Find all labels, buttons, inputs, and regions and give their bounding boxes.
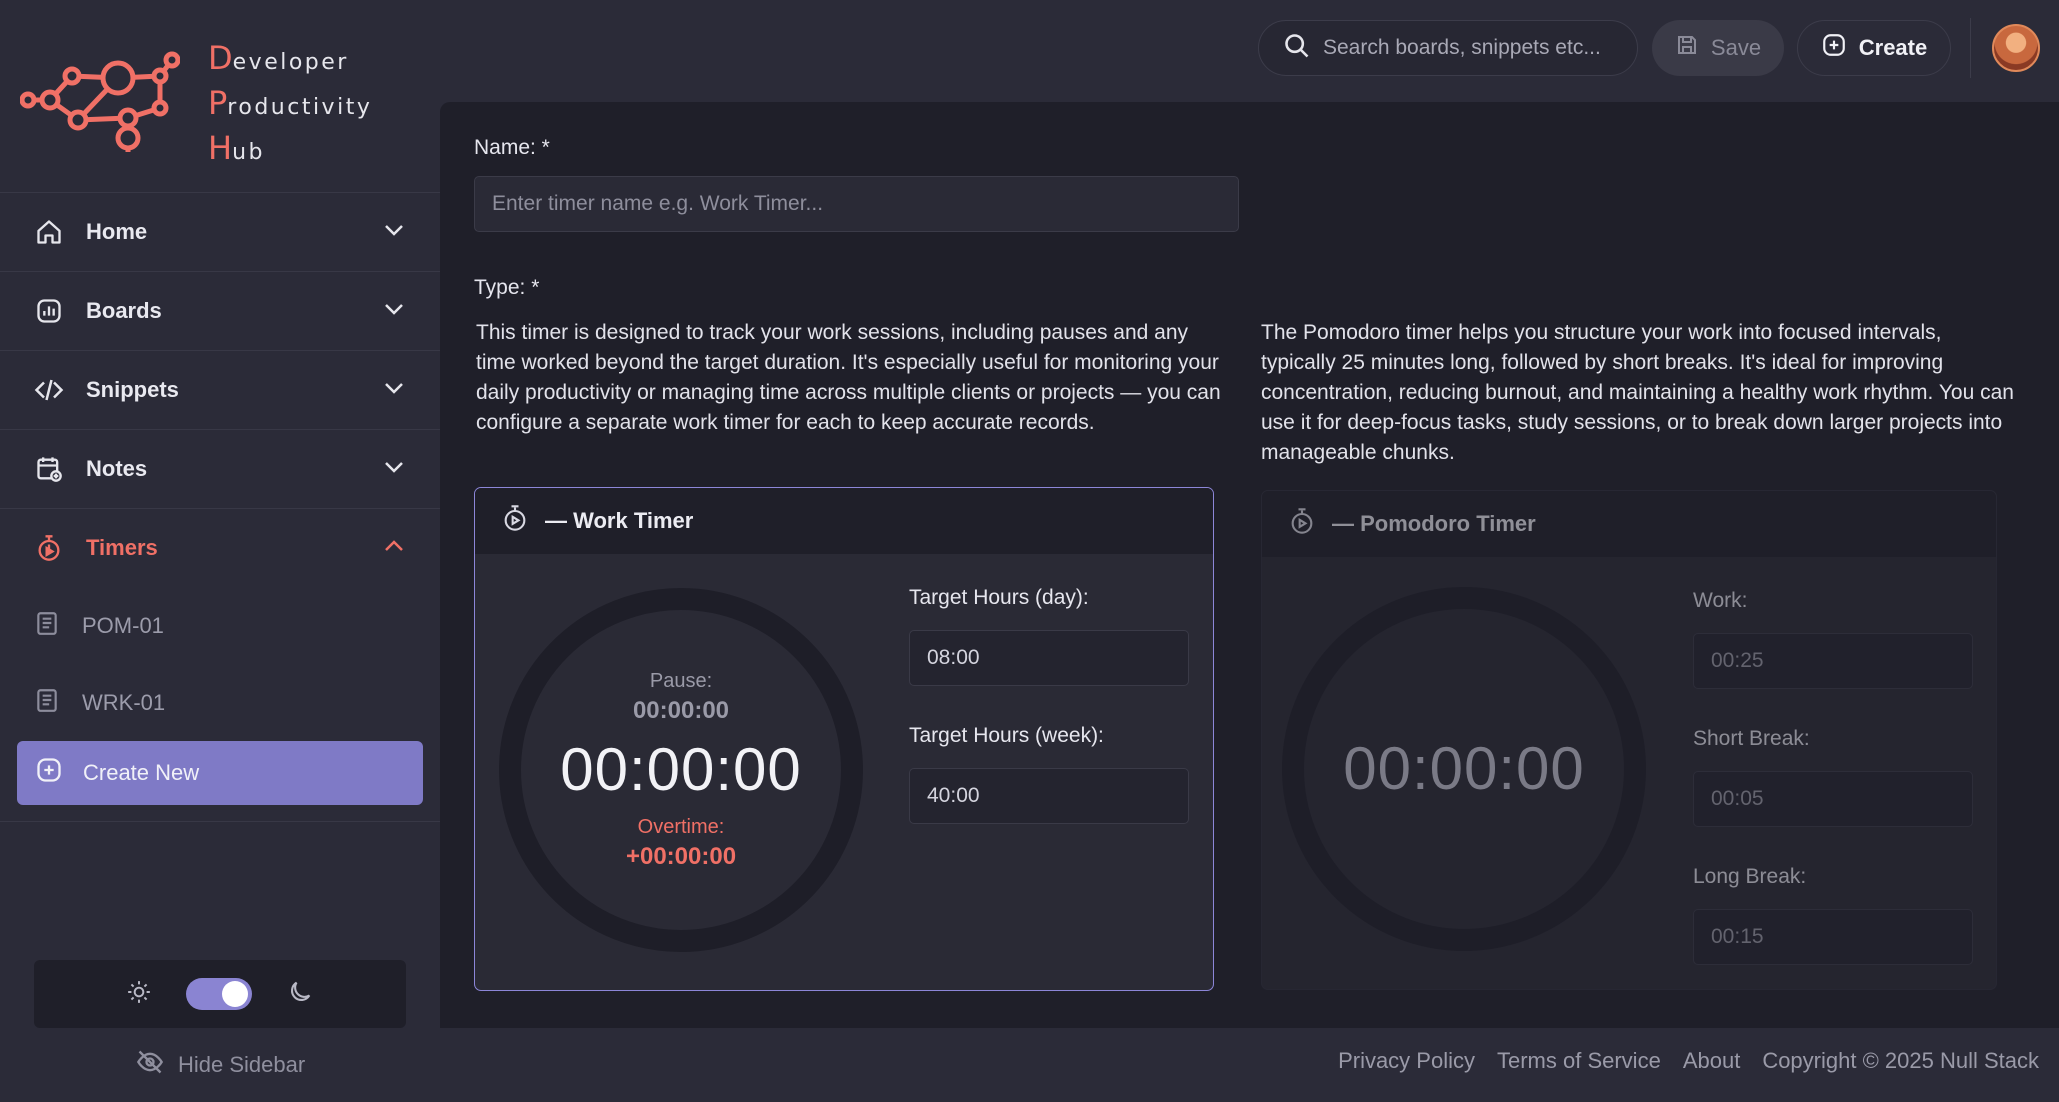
create-label: Create (1858, 35, 1928, 60)
sidebar-item-label: Timers (86, 535, 158, 560)
sidebar-nav: Home Boards Snippets Notes Timers POM-01… (0, 192, 440, 822)
stopwatch-icon (32, 531, 66, 565)
plus-square-icon (1821, 32, 1847, 64)
name-label: Name: * (474, 136, 550, 159)
stopwatch-icon (501, 504, 529, 538)
timer-item-pom-01[interactable]: POM-01 (0, 587, 440, 664)
overtime-time: +00:00:00 (625, 842, 737, 870)
timer-name-input[interactable] (474, 176, 1239, 232)
logo-wordmark: Developer Productivity Hub (208, 38, 372, 173)
dark-mode-switch[interactable] (186, 978, 252, 1010)
pause-time: 00:00:00 (632, 696, 730, 724)
save-label: Save (1710, 35, 1762, 60)
chevron-down-icon (382, 297, 406, 326)
card-header: — Pomodoro Timer (1262, 491, 1996, 557)
copyright-text: Copyright © 2025 Null Stack (1762, 1048, 2039, 1073)
chart-icon (32, 294, 66, 328)
sidebar-item-label: Boards (86, 298, 162, 323)
timer-dial: 00:00:00 (1282, 587, 1646, 951)
timer-display: 00:00:00 (1343, 734, 1585, 802)
logo-rest-2: roductivity (227, 95, 373, 120)
card-header: — Work Timer (475, 488, 1213, 554)
sidebar-item-home[interactable]: Home (0, 192, 440, 271)
sidebar: Developer Productivity Hub Home Boards S… (0, 0, 440, 1102)
save-icon (1675, 33, 1699, 63)
moon-icon[interactable] (286, 978, 314, 1011)
sidebar-item-notes[interactable]: Notes (0, 429, 440, 508)
sidebar-item-snippets[interactable]: Snippets (0, 350, 440, 429)
sidebar-item-label: Snippets (86, 377, 179, 402)
card-title: — Work Timer (545, 508, 694, 533)
long-break-input[interactable]: 00:15 (1693, 909, 1973, 965)
create-new-label: Create New (83, 760, 200, 785)
timer-item-label: POM-01 (82, 612, 164, 638)
chevron-down-icon (382, 376, 406, 405)
eye-off-icon (136, 1048, 164, 1082)
search-icon (1283, 32, 1311, 65)
chevron-up-icon (382, 534, 406, 563)
calendar-note-icon (32, 452, 66, 486)
sun-icon[interactable] (126, 979, 152, 1010)
document-icon (34, 609, 60, 643)
logo-rest-3: ub (232, 140, 265, 165)
overtime-label: Overtime: (637, 815, 725, 838)
work-duration-label: Work: (1693, 589, 1748, 612)
topbar-divider (1970, 18, 1971, 78)
work-timer-card[interactable]: — Work Timer Pause: 00:00:00 00:00:00 Ov… (474, 487, 1214, 991)
timer-item-wrk-01[interactable]: WRK-01 (0, 664, 440, 741)
hide-sidebar-button[interactable]: Hide Sidebar (136, 1048, 305, 1082)
privacy-policy-link[interactable]: Privacy Policy (1338, 1048, 1475, 1074)
network-logo-icon (20, 51, 180, 152)
target-week-input[interactable]: 40:00 (909, 768, 1189, 824)
user-avatar[interactable] (1992, 24, 2040, 72)
home-icon (32, 215, 66, 249)
target-day-input[interactable]: 08:00 (909, 630, 1189, 686)
timer-item-label: WRK-01 (82, 689, 166, 715)
card-title: — Pomodoro Timer (1332, 511, 1536, 536)
switch-knob (222, 981, 248, 1007)
footer: Privacy Policy Terms of Service About Co… (1338, 1048, 2039, 1074)
logo-cap-2: P (208, 84, 228, 122)
search-input[interactable] (1323, 36, 1623, 60)
sidebar-item-timers[interactable]: Timers (0, 508, 440, 587)
logo-cap-3: H (208, 129, 233, 167)
pause-label: Pause: (649, 669, 713, 692)
create-new-timer-button[interactable]: Create New (17, 741, 423, 805)
sidebar-item-label: Notes (86, 456, 148, 481)
chevron-down-icon (382, 455, 406, 484)
document-icon (34, 686, 60, 720)
target-week-label: Target Hours (week): (909, 724, 1104, 747)
app-logo[interactable]: Developer Productivity Hub (20, 30, 420, 167)
sidebar-item-label: Home (86, 219, 148, 244)
theme-toggle (34, 960, 406, 1028)
short-break-label: Short Break: (1693, 727, 1810, 750)
type-label: Type: * (474, 276, 540, 299)
timers-submenu: POM-01 WRK-01 Create New (0, 587, 440, 822)
pomodoro-settings: Work: 00:25 Short Break: 00:05 Long Brea… (1693, 589, 1973, 989)
work-duration-input[interactable]: 00:25 (1693, 633, 1973, 689)
timer-display: 00:00:00 (560, 735, 802, 803)
logo-rest-1: eveloper (232, 50, 349, 75)
sidebar-item-boards[interactable]: Boards (0, 271, 440, 350)
work-timer-description: This timer is designed to track your wor… (476, 321, 1221, 434)
code-icon (32, 373, 66, 407)
about-link[interactable]: About (1683, 1048, 1741, 1074)
short-break-input[interactable]: 00:05 (1693, 771, 1973, 827)
search-bar[interactable] (1258, 20, 1638, 76)
create-button[interactable]: Create (1797, 20, 1951, 76)
logo-cap-1: D (208, 39, 233, 77)
target-day-label: Target Hours (day): (909, 586, 1089, 609)
long-break-label: Long Break: (1693, 865, 1807, 888)
terms-of-service-link[interactable]: Terms of Service (1497, 1048, 1661, 1074)
stopwatch-icon (1288, 507, 1316, 541)
main-panel: Name: * Type: * This timer is designed t… (440, 102, 2059, 1028)
hide-sidebar-label: Hide Sidebar (178, 1052, 306, 1077)
save-button[interactable]: Save (1652, 20, 1784, 76)
timer-dial: Pause: 00:00:00 00:00:00 Overtime: +00:0… (499, 588, 863, 952)
pomodoro-timer-card[interactable]: — Pomodoro Timer 00:00:00 Work: 00:25 Sh… (1261, 490, 1997, 990)
work-settings: Target Hours (day): 08:00 Target Hours (… (909, 586, 1189, 862)
pomodoro-timer-description: The Pomodoro timer helps you structure y… (1261, 321, 2014, 464)
chevron-down-icon (382, 218, 406, 247)
plus-square-icon (35, 756, 63, 790)
